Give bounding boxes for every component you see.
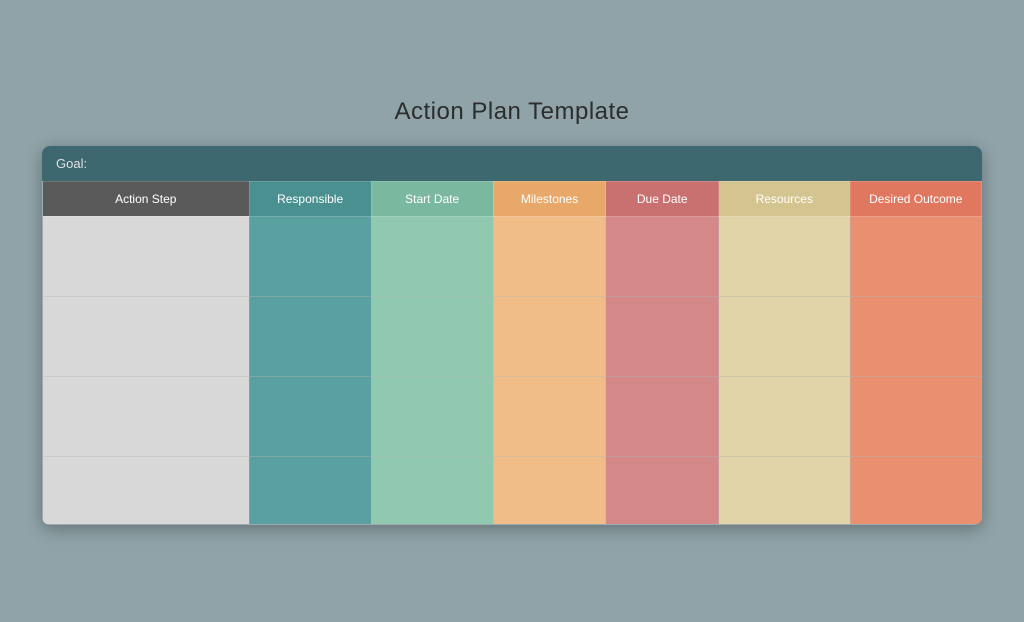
- cell-duedate[interactable]: [606, 296, 719, 376]
- cell-startdate[interactable]: [371, 376, 493, 456]
- action-plan-card: Goal: Action Step Responsible Start Date…: [42, 146, 982, 525]
- cell-responsible[interactable]: [249, 456, 371, 524]
- col-header-duedate: Due Date: [606, 181, 719, 216]
- table-row: [43, 296, 982, 376]
- cell-responsible[interactable]: [249, 376, 371, 456]
- cell-milestones[interactable]: [493, 216, 606, 296]
- cell-outcome[interactable]: [850, 296, 982, 376]
- cell-outcome[interactable]: [850, 376, 982, 456]
- cell-resources[interactable]: [719, 216, 850, 296]
- col-header-startdate: Start Date: [371, 181, 493, 216]
- cell-startdate[interactable]: [371, 456, 493, 524]
- cell-duedate[interactable]: [606, 376, 719, 456]
- cell-resources[interactable]: [719, 376, 850, 456]
- cell-responsible[interactable]: [249, 296, 371, 376]
- cell-startdate[interactable]: [371, 216, 493, 296]
- page-wrapper: Action Plan Template Goal: Action Step R…: [32, 98, 992, 525]
- cell-action[interactable]: [43, 456, 250, 524]
- col-header-milestones: Milestones: [493, 181, 606, 216]
- cell-action[interactable]: [43, 296, 250, 376]
- table-row: [43, 376, 982, 456]
- cell-milestones[interactable]: [493, 296, 606, 376]
- cell-duedate[interactable]: [606, 216, 719, 296]
- cell-duedate[interactable]: [606, 456, 719, 524]
- action-plan-table: Action Step Responsible Start Date Miles…: [42, 181, 982, 525]
- cell-startdate[interactable]: [371, 296, 493, 376]
- cell-outcome[interactable]: [850, 456, 982, 524]
- cell-milestones[interactable]: [493, 376, 606, 456]
- col-header-action: Action Step: [43, 181, 250, 216]
- page-title: Action Plan Template: [394, 98, 629, 126]
- table-row: [43, 216, 982, 296]
- goal-header: Goal:: [42, 146, 982, 181]
- cell-outcome[interactable]: [850, 216, 982, 296]
- col-header-resources: Resources: [719, 181, 850, 216]
- col-header-responsible: Responsible: [249, 181, 371, 216]
- cell-resources[interactable]: [719, 296, 850, 376]
- cell-action[interactable]: [43, 216, 250, 296]
- col-header-outcome: Desired Outcome: [850, 181, 982, 216]
- cell-responsible[interactable]: [249, 216, 371, 296]
- cell-milestones[interactable]: [493, 456, 606, 524]
- cell-action[interactable]: [43, 376, 250, 456]
- table-row: [43, 456, 982, 524]
- cell-resources[interactable]: [719, 456, 850, 524]
